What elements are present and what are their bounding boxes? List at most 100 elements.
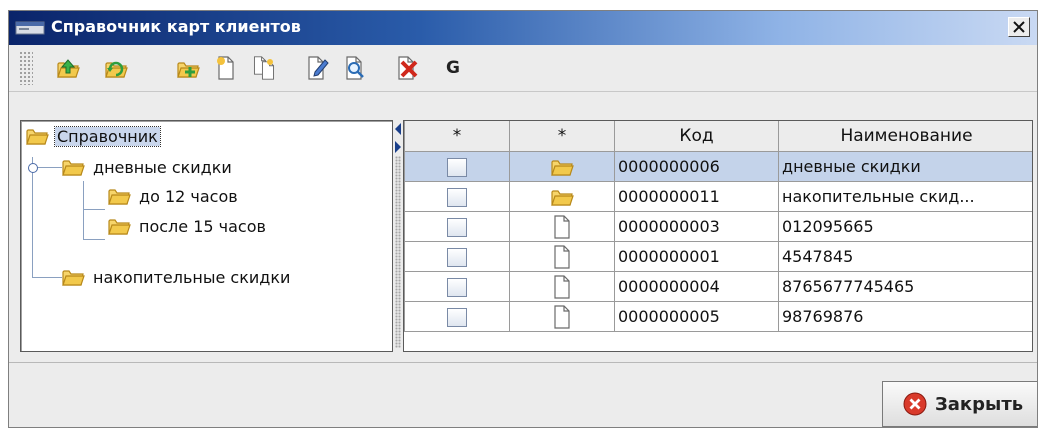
folder-refresh-icon xyxy=(105,61,128,78)
group-button[interactable]: G xyxy=(446,58,460,78)
folder-icon xyxy=(61,157,85,177)
row-type-cell xyxy=(509,151,615,182)
tree-node-label: после 15 часов xyxy=(139,216,266,236)
folder-icon xyxy=(61,267,85,287)
tree-node-label: дневные скидки xyxy=(93,157,232,177)
document-icon xyxy=(552,275,572,299)
row-code: 0000000006 xyxy=(614,151,779,182)
tree-node-label: накопительные скидки xyxy=(93,267,291,287)
folder-icon xyxy=(25,126,49,146)
folder-icon xyxy=(550,157,574,177)
delete-document-button[interactable] xyxy=(395,55,421,81)
row-name: накопительные скид... xyxy=(778,181,1032,212)
window-title: Справочник карт клиентов xyxy=(51,17,301,36)
row-checkbox[interactable] xyxy=(447,187,467,207)
table-row[interactable]: 0000000005 98769876 xyxy=(404,301,1032,332)
footer: Закрыть xyxy=(9,362,1037,427)
edit-document-icon xyxy=(308,56,329,80)
row-type-cell xyxy=(509,271,615,302)
add-folder-button[interactable] xyxy=(175,55,201,81)
new-document-icon xyxy=(217,56,234,80)
table-row[interactable]: 0000000006 дневные скидки xyxy=(404,151,1032,182)
title-bar[interactable]: Справочник карт клиентов xyxy=(9,11,1037,45)
tree-node-daily-discounts[interactable]: дневные скидки xyxy=(61,154,234,180)
column-header-type[interactable]: * xyxy=(509,121,615,152)
window-close-button[interactable] xyxy=(1008,17,1030,37)
tree-node-root[interactable]: Справочник xyxy=(25,123,161,149)
tree-node-label: до 12 часов xyxy=(139,186,238,206)
collapse-left-icon[interactable] xyxy=(394,122,402,136)
expand-toggle-icon[interactable] xyxy=(28,163,38,173)
row-checkbox[interactable] xyxy=(447,307,467,327)
new-document-button[interactable] xyxy=(213,55,239,81)
row-code: 0000000003 xyxy=(614,211,779,242)
edit-document-button[interactable] xyxy=(305,55,331,81)
row-type-cell xyxy=(509,181,615,212)
row-name: дневные скидки xyxy=(778,151,1032,182)
folder-icon xyxy=(107,186,131,206)
row-checkbox[interactable] xyxy=(447,217,467,237)
copy-document-icon xyxy=(253,56,275,80)
close-button[interactable]: Закрыть xyxy=(882,381,1037,427)
close-icon xyxy=(1013,21,1025,33)
cards-table[interactable]: * * Код Наименование 0000000006 дневные … xyxy=(403,120,1033,352)
row-checkbox[interactable] xyxy=(447,157,467,177)
column-header-name[interactable]: Наименование xyxy=(778,121,1032,152)
preview-document-button[interactable] xyxy=(343,55,369,81)
document-icon xyxy=(552,305,572,329)
row-type-cell xyxy=(509,241,615,272)
row-checkbox[interactable] xyxy=(447,247,467,267)
row-type-cell xyxy=(509,301,615,332)
folder-up-button[interactable] xyxy=(55,55,81,81)
document-icon xyxy=(552,245,572,269)
column-header-code[interactable]: Код xyxy=(614,121,779,152)
row-checkbox-cell[interactable] xyxy=(404,301,510,332)
tree-node-after-15[interactable]: после 15 часов xyxy=(107,213,268,239)
tree-connector xyxy=(83,181,84,239)
row-checkbox-cell[interactable] xyxy=(404,211,510,242)
tree-connector xyxy=(83,239,105,240)
tree-connector xyxy=(32,277,62,278)
toolbar-grip[interactable] xyxy=(19,51,33,85)
main-area: Справочник дневные скидки до 12 часов по… xyxy=(9,92,1037,362)
delete-document-icon xyxy=(398,56,418,80)
row-checkbox-cell[interactable] xyxy=(404,271,510,302)
cancel-icon xyxy=(903,392,927,416)
folder-refresh-button[interactable] xyxy=(103,55,129,81)
folder-icon xyxy=(550,187,574,207)
column-header-mark[interactable]: * xyxy=(404,121,510,152)
tree-connector xyxy=(32,157,33,277)
table-row[interactable]: 0000000003 012095665 xyxy=(404,211,1032,242)
row-code: 0000000011 xyxy=(614,181,779,212)
document-icon xyxy=(552,215,572,239)
row-code: 0000000004 xyxy=(614,271,779,302)
row-checkbox-cell[interactable] xyxy=(404,241,510,272)
row-checkbox-cell[interactable] xyxy=(404,151,510,182)
row-checkbox-cell[interactable] xyxy=(404,181,510,212)
row-code: 0000000001 xyxy=(614,241,779,272)
folder-icon xyxy=(107,216,131,236)
category-tree[interactable]: Справочник дневные скидки до 12 часов по… xyxy=(20,120,393,352)
row-code: 0000000005 xyxy=(614,301,779,332)
splitter-grip xyxy=(395,156,401,348)
row-name: 012095665 xyxy=(778,211,1032,242)
split-pane-divider[interactable] xyxy=(393,120,403,352)
copy-document-button[interactable] xyxy=(251,55,277,81)
table-row[interactable]: 0000000001 4547845 xyxy=(404,241,1032,272)
client-cards-directory-window: Справочник карт клиентов G Справочник дн… xyxy=(8,10,1038,428)
toolbar: G xyxy=(9,45,1037,92)
collapse-right-icon[interactable] xyxy=(394,140,402,154)
add-folder-icon xyxy=(177,62,200,78)
tree-connector xyxy=(83,209,105,210)
row-name: 98769876 xyxy=(778,301,1032,332)
table-row[interactable]: 0000000011 накопительные скид... xyxy=(404,181,1032,212)
table-header: * * Код Наименование xyxy=(404,121,1032,152)
row-name: 8765677745465 xyxy=(778,271,1032,302)
window-app-icon xyxy=(15,21,45,35)
row-checkbox[interactable] xyxy=(447,277,467,297)
tree-node-cumulative-discounts[interactable]: накопительные скидки xyxy=(61,264,292,290)
close-button-label: Закрыть xyxy=(935,393,1024,415)
tree-node-before-12[interactable]: до 12 часов xyxy=(107,183,240,209)
table-row[interactable]: 0000000004 8765677745465 xyxy=(404,271,1032,302)
folder-up-icon xyxy=(57,59,80,78)
